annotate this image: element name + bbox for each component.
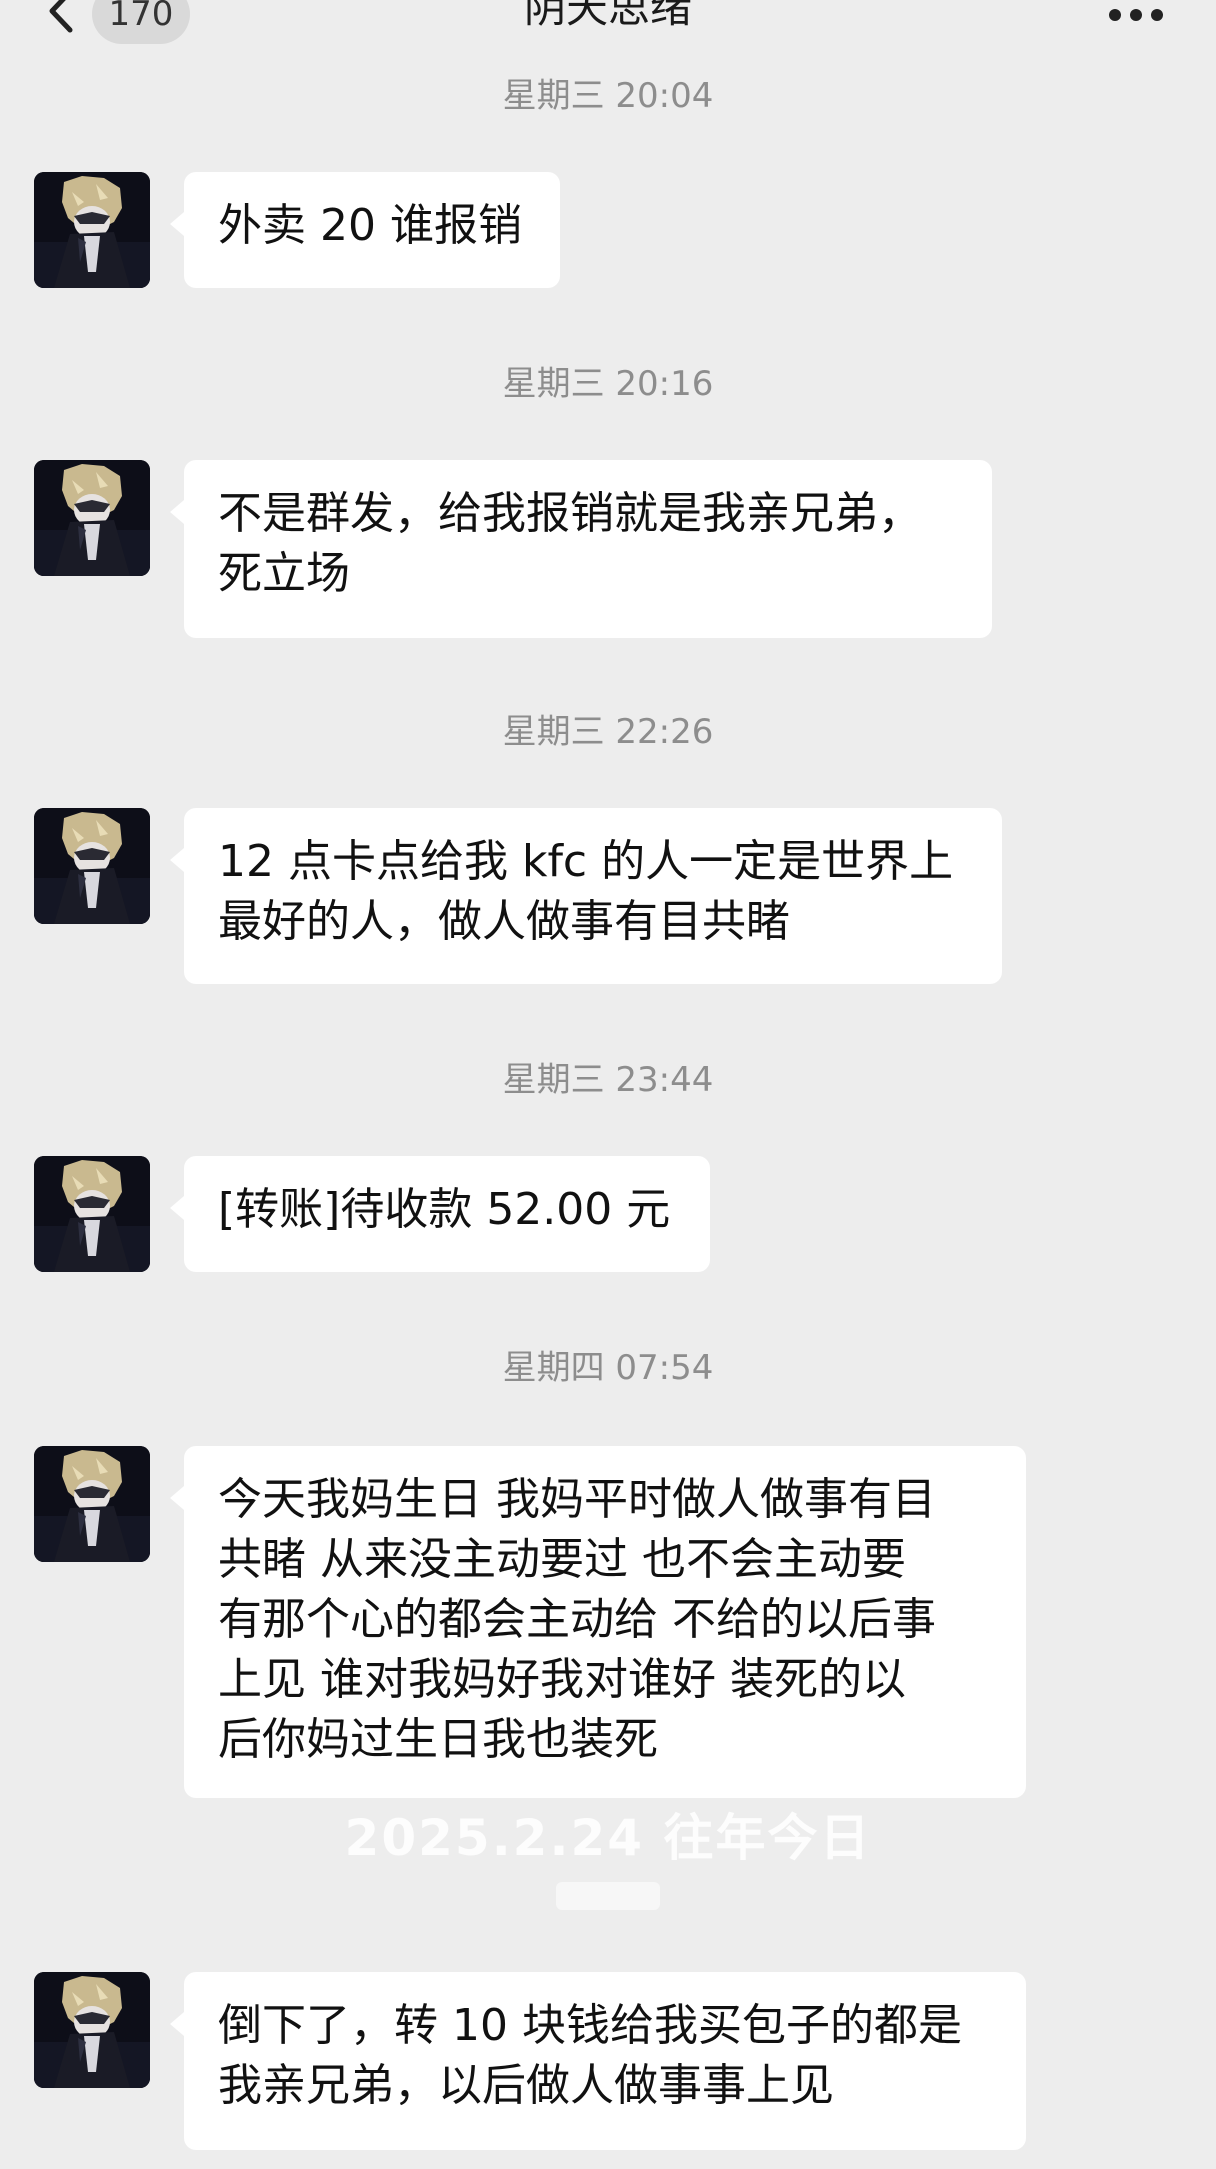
avatar-image [34,808,150,924]
avatar-image [34,1446,150,1562]
avatar[interactable] [34,1972,150,2088]
avatar-image [34,1156,150,1272]
timestamp: 星期三 22:26 [502,712,714,752]
message-bubble[interactable]: 不是群发，给我报销就是我亲兄弟， 死立场 [170,460,992,638]
avatar-image [34,460,150,576]
message-bubble[interactable]: 倒下了，转 10 块钱给我买包子的都是 我亲兄弟，以后做人做事事上见 [170,1972,1026,2150]
more-dots-icon[interactable] [1108,8,1164,22]
avatar[interactable] [34,1156,150,1272]
avatar-image [34,172,150,288]
message-bubble[interactable]: 12 点卡点给我 kfc 的人一定是世界上 最好的人，做人做事有目共睹 [170,808,1002,984]
chat-header: 170 阴天思绪 [0,0,1216,60]
avatar-image [34,1972,150,2088]
avatar[interactable] [34,1446,150,1562]
date-watermark: 2025.2.24 往年今日 [344,1809,872,1867]
timestamp: 星期三 23:44 [502,1060,714,1100]
timestamp: 星期三 20:16 [502,364,714,404]
avatar[interactable] [34,172,150,288]
chat-title: 阴天思绪 [523,0,692,32]
timestamp: 星期三 20:04 [502,76,714,116]
watermark-decoration [556,1882,660,1910]
message-bubble[interactable]: 外卖 20 谁报销 [170,172,560,288]
avatar[interactable] [34,808,150,924]
timestamp: 星期四 07:54 [502,1348,714,1388]
avatar[interactable] [34,460,150,576]
transfer-message-bubble[interactable]: [转账]待收款 52.00 元 [170,1156,710,1272]
message-bubble[interactable]: 今天我妈生日 我妈平时做人做事有目 共睹 从来没主动要过 也不会主动要 有那个心… [170,1446,1026,1798]
